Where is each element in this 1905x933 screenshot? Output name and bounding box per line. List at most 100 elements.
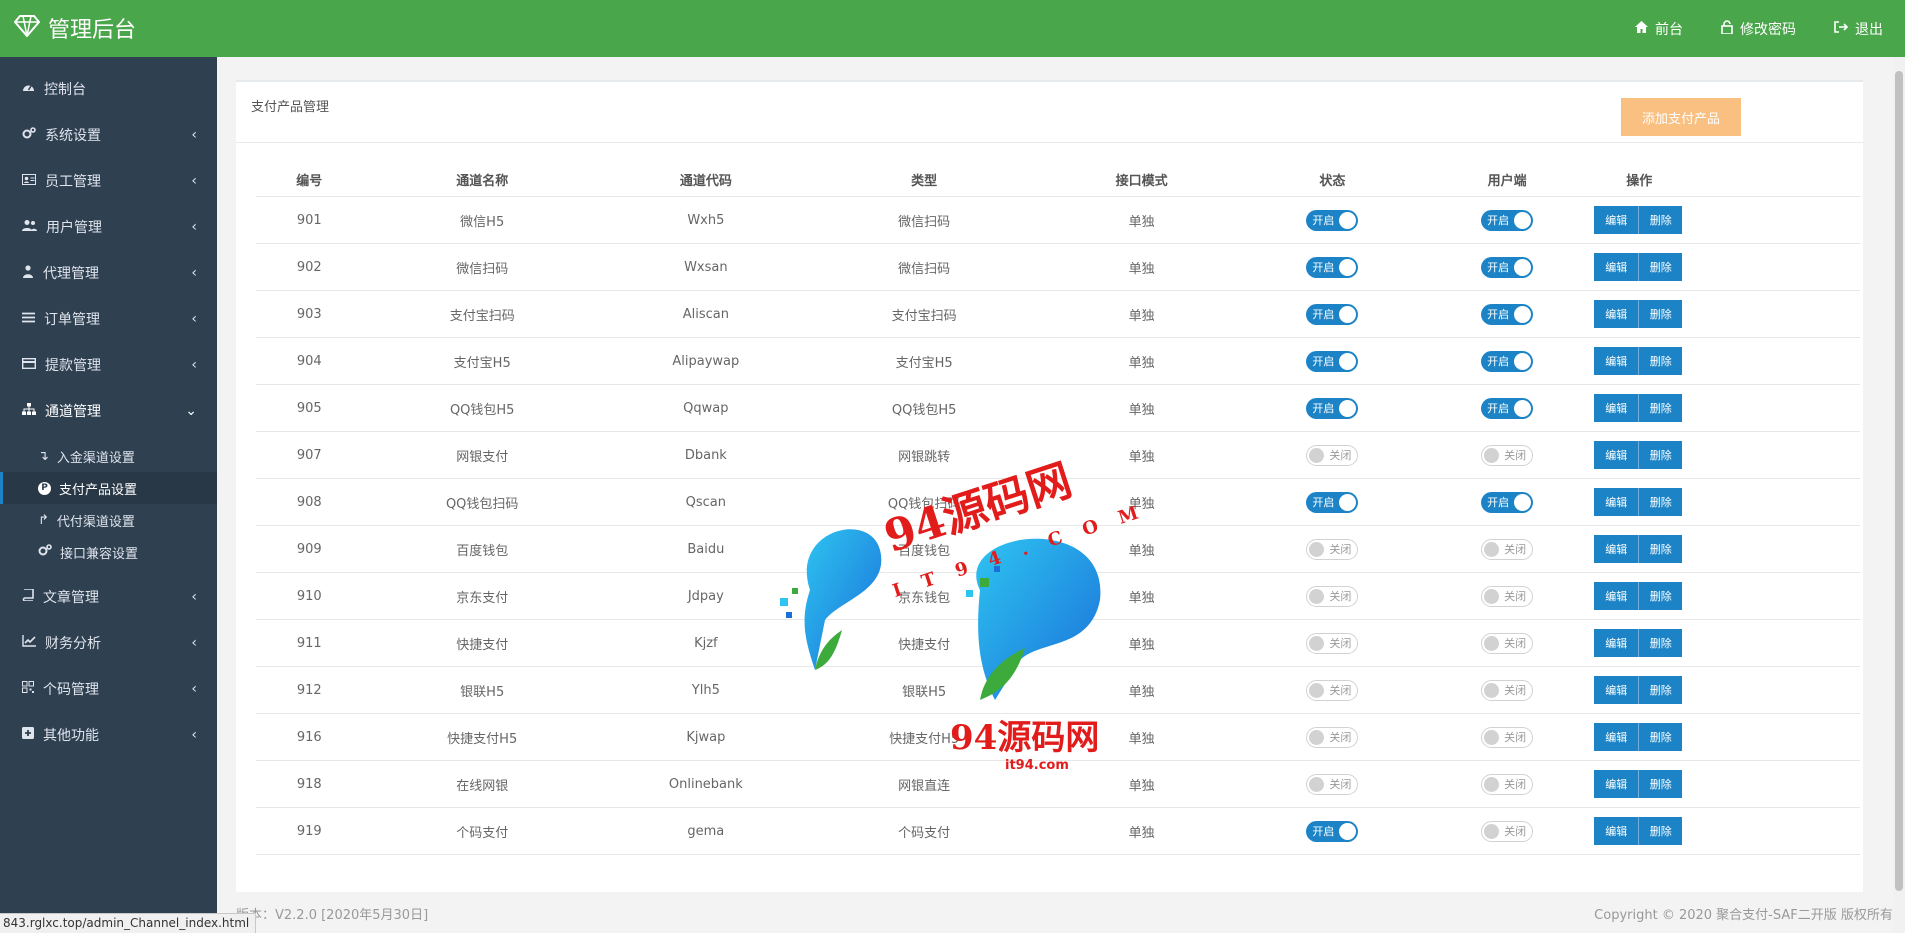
sidebar-item-dashboard[interactable]: 控制台 [0, 66, 217, 112]
toggle-knob [1484, 588, 1500, 604]
delete-button[interactable]: 删除 [1638, 723, 1683, 751]
cell-channel-name: 个码支付 [362, 807, 602, 855]
status-toggle[interactable]: 关闭 [1306, 679, 1359, 701]
status-toggle[interactable]: 开启 [1306, 256, 1359, 278]
nav-change-password-link[interactable]: 修改密码 [1721, 19, 1796, 39]
edit-button[interactable]: 编辑 [1594, 347, 1639, 375]
sidebar-item-system-settings[interactable]: 系统设置 ‹ [0, 112, 217, 158]
delete-button[interactable]: 删除 [1638, 441, 1683, 469]
page-scrollbar[interactable] [1893, 57, 1905, 932]
sidebar-item-staff[interactable]: 员工管理 ‹ [0, 158, 217, 204]
delete-button[interactable]: 删除 [1638, 488, 1683, 516]
channel-submenu: ↴ 入金渠道设置 P 支付产品设置 ↱ 代付渠道设置 接口兼容设置 [0, 434, 217, 574]
delete-button[interactable]: 删除 [1638, 770, 1683, 798]
edit-button[interactable]: 编辑 [1594, 770, 1639, 798]
edit-button[interactable]: 编辑 [1594, 488, 1639, 516]
status-toggle[interactable]: 关闭 [1306, 773, 1359, 795]
browser-status-url: 843.rglxc.top/admin_Channel_index.html [0, 913, 257, 933]
sidebar-item-orders[interactable]: 订单管理 ‹ [0, 296, 217, 342]
status-toggle[interactable]: 开启 [1306, 209, 1359, 231]
action-button-group: 编辑 删除 [1594, 770, 1683, 798]
edit-button[interactable]: 编辑 [1594, 441, 1639, 469]
sidebar-item-users[interactable]: 用户管理 ‹ [0, 204, 217, 250]
cell-client: 关闭 [1419, 807, 1595, 855]
status-toggle[interactable]: 开启 [1306, 491, 1359, 513]
delete-button[interactable]: 删除 [1638, 206, 1683, 234]
edit-button[interactable]: 编辑 [1594, 817, 1639, 845]
delete-button[interactable]: 删除 [1638, 629, 1683, 657]
chevron-left-icon: ‹ [191, 635, 197, 651]
sidebar-item-label: 文章管理 [43, 590, 99, 606]
status-toggle[interactable]: 关闭 [1306, 444, 1359, 466]
client-toggle[interactable]: 关闭 [1481, 538, 1534, 560]
cell-client: 开启 [1419, 196, 1595, 244]
status-toggle[interactable]: 关闭 [1306, 632, 1359, 654]
client-toggle[interactable]: 开启 [1481, 397, 1534, 419]
edit-button[interactable]: 编辑 [1594, 629, 1639, 657]
edit-button[interactable]: 编辑 [1594, 676, 1639, 704]
nav-home-link[interactable]: 前台 [1635, 19, 1683, 39]
toggle-knob [1514, 399, 1532, 417]
footer-copyright: Copyright © 2020 聚合支付-SAF二开版 版权所有. [1594, 908, 1897, 923]
sidebar-item-channels[interactable]: 通道管理 ⌄ [0, 388, 217, 434]
nav-logout-link[interactable]: 退出 [1834, 19, 1883, 39]
cell-status: 关闭 [1244, 525, 1420, 573]
sidebar-item-withdrawals[interactable]: 提款管理 ‹ [0, 342, 217, 388]
submenu-item-payout-channels[interactable]: ↱ 代付渠道设置 [0, 504, 217, 536]
status-toggle[interactable]: 关闭 [1306, 538, 1359, 560]
delete-button[interactable]: 删除 [1638, 582, 1683, 610]
edit-button[interactable]: 编辑 [1594, 582, 1639, 610]
sidebar-item-other-functions[interactable]: 其他功能 ‹ [0, 712, 217, 758]
client-toggle[interactable]: 开启 [1481, 303, 1534, 325]
status-toggle[interactable]: 开启 [1306, 303, 1359, 325]
edit-button[interactable]: 编辑 [1594, 535, 1639, 563]
edit-button[interactable]: 编辑 [1594, 300, 1639, 328]
client-toggle[interactable]: 开启 [1481, 350, 1534, 372]
status-toggle[interactable]: 开启 [1306, 397, 1359, 419]
client-toggle[interactable]: 开启 [1481, 256, 1534, 278]
cell-id: 918 [256, 760, 363, 808]
delete-button[interactable]: 删除 [1638, 676, 1683, 704]
client-toggle[interactable]: 关闭 [1481, 632, 1534, 654]
scrollbar-thumb[interactable] [1895, 71, 1903, 891]
credit-card-icon [21, 357, 37, 373]
status-toggle[interactable]: 关闭 [1306, 726, 1359, 748]
edit-button[interactable]: 编辑 [1594, 723, 1639, 751]
sidebar-item-articles[interactable]: 文章管理 ‹ [0, 574, 217, 620]
toggle-knob [1484, 447, 1500, 463]
delete-button[interactable]: 删除 [1638, 347, 1683, 375]
sidebar-item-agents[interactable]: 代理管理 ‹ [0, 250, 217, 296]
delete-button[interactable]: 删除 [1638, 394, 1683, 422]
delete-button[interactable]: 删除 [1638, 300, 1683, 328]
edit-button[interactable]: 编辑 [1594, 394, 1639, 422]
client-toggle[interactable]: 开启 [1481, 209, 1534, 231]
edit-button[interactable]: 编辑 [1594, 253, 1639, 281]
client-toggle[interactable]: 关闭 [1481, 726, 1534, 748]
client-toggle[interactable]: 开启 [1481, 491, 1534, 513]
cell-type: 快捷支付 [809, 619, 1039, 667]
delete-button[interactable]: 删除 [1638, 817, 1683, 845]
client-toggle[interactable]: 关闭 [1481, 773, 1534, 795]
cell-channel-code: Onlinebank [601, 760, 810, 808]
add-payment-product-button[interactable]: 添加支付产品 [1621, 98, 1741, 136]
status-toggle[interactable]: 开启 [1306, 350, 1359, 372]
cell-actions: 编辑 删除 [1594, 807, 1860, 855]
client-toggle[interactable]: 关闭 [1481, 585, 1534, 607]
cell-actions: 编辑 删除 [1594, 337, 1860, 385]
client-toggle[interactable]: 关闭 [1481, 679, 1534, 701]
edit-button[interactable]: 编辑 [1594, 206, 1639, 234]
submenu-item-payment-products[interactable]: P 支付产品设置 [0, 472, 217, 504]
status-toggle[interactable]: 开启 [1306, 820, 1359, 842]
delete-button[interactable]: 删除 [1638, 253, 1683, 281]
sidebar-item-label: 通道管理 [45, 404, 101, 420]
sidebar-item-finance[interactable]: 财务分析 ‹ [0, 620, 217, 666]
sidebar-item-personal-codes[interactable]: 个码管理 ‹ [0, 666, 217, 712]
submenu-item-deposit-channels[interactable]: ↴ 入金渠道设置 [0, 440, 217, 472]
cell-mode: 单独 [1038, 431, 1245, 479]
delete-button[interactable]: 删除 [1638, 535, 1683, 563]
status-toggle[interactable]: 关闭 [1306, 585, 1359, 607]
client-toggle[interactable]: 关闭 [1481, 820, 1534, 842]
client-toggle[interactable]: 关闭 [1481, 444, 1534, 466]
submenu-item-api-compat[interactable]: 接口兼容设置 [0, 536, 217, 568]
brand[interactable]: 管理后台 [13, 12, 136, 44]
